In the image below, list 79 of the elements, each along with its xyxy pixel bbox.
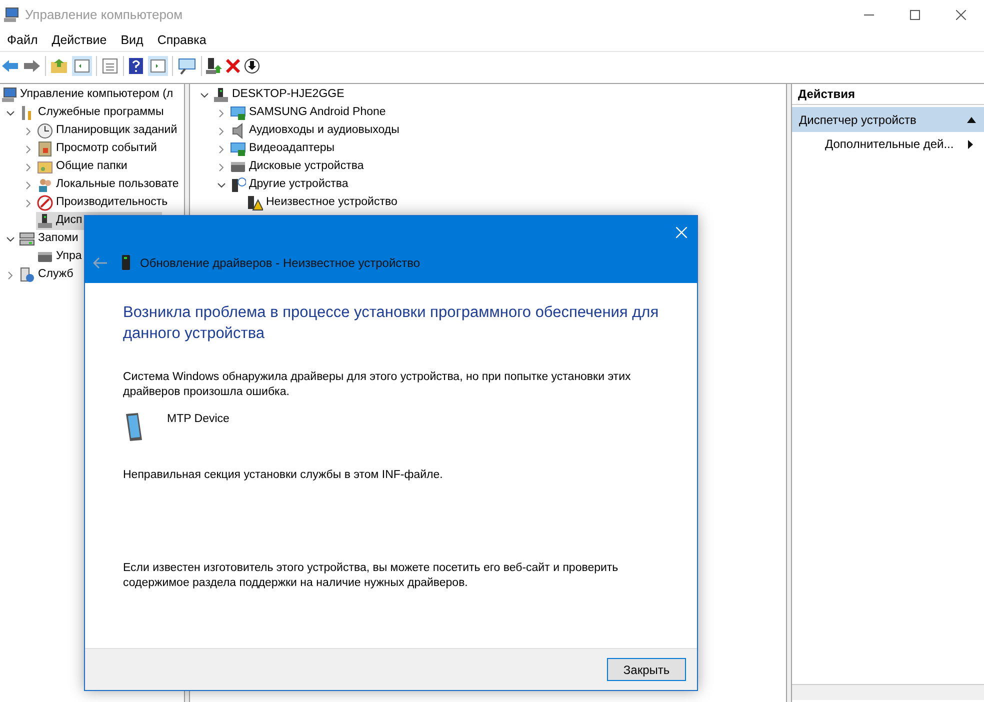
event-log-icon xyxy=(37,141,53,157)
expand-chevron-icon[interactable] xyxy=(216,162,226,172)
device-icon xyxy=(213,87,229,103)
advice-text: Если известен изготовитель этого устройства, вы можете посетить его веб-сайт и проверить содержимое раздела поддержки на наличие нужных драйверов. xyxy=(123,561,620,591)
error-text: Неправильная секция установки службы в этом INF-файле. xyxy=(123,468,444,483)
tree-item[interactable]: Упра xyxy=(36,248,85,266)
message-text: Система Windows обнаружила драйверы для этого устройства, но при попытке установки этих драйверов произошла ошибка. xyxy=(123,370,632,400)
tree-item[interactable]: Запоми xyxy=(18,230,82,248)
expand-chevron-icon[interactable] xyxy=(6,270,14,280)
computer-icon xyxy=(3,6,19,22)
forward-icon[interactable] xyxy=(23,58,41,72)
phone-icon xyxy=(123,412,143,442)
actions-section[interactable]: Диспетчер устройств xyxy=(792,107,984,132)
collapse-chevron-icon[interactable] xyxy=(216,180,226,190)
device-tree-item[interactable]: Неизвестное устройство xyxy=(246,194,400,212)
pane-icon[interactable] xyxy=(148,56,168,76)
device-tree-item[interactable]: SAMSUNG Android Phone xyxy=(229,104,389,122)
download-icon[interactable] xyxy=(244,58,260,74)
menu-item[interactable]: Справка xyxy=(151,30,212,50)
delete-icon[interactable] xyxy=(226,58,240,72)
help-icon[interactable] xyxy=(128,56,144,74)
monitor-icon xyxy=(230,105,246,121)
disk-drive-icon xyxy=(37,249,53,265)
users-icon xyxy=(37,177,53,193)
window-title: Управление компьютером xyxy=(25,6,183,24)
tree-item[interactable]: Служб xyxy=(18,266,76,284)
expand-chevron-icon[interactable] xyxy=(216,108,226,118)
tree-item[interactable]: Планировщик заданий xyxy=(36,122,180,140)
device-tree-item[interactable]: DESKTOP-HJE2GGE xyxy=(212,86,348,104)
actions-header: Действия xyxy=(792,84,984,105)
monitor-icon xyxy=(230,141,246,157)
device-tree-item[interactable]: Видеоадаптеры xyxy=(229,140,338,158)
maximize-icon xyxy=(910,10,920,20)
scan-icon[interactable] xyxy=(177,56,197,74)
menu-item[interactable]: Файл xyxy=(1,30,44,50)
expand-chevron-icon[interactable] xyxy=(24,144,32,154)
device-icon xyxy=(122,255,130,271)
expand-chevron-icon[interactable] xyxy=(216,144,226,154)
tree-item[interactable]: Локальные пользовате xyxy=(36,176,182,194)
menu-item[interactable]: Действие xyxy=(46,30,113,50)
unknown-device-icon xyxy=(230,177,246,193)
tree-item[interactable]: Производительность xyxy=(36,194,171,212)
warning-device-icon xyxy=(247,195,263,211)
computer-icon xyxy=(1,87,17,103)
device-name: MTP Device xyxy=(167,412,230,427)
tree-item[interactable]: Просмотр событий xyxy=(36,140,160,158)
properties-icon[interactable] xyxy=(101,56,119,74)
close-dialog-button[interactable]: Закрыть xyxy=(607,658,686,681)
expand-chevron-icon[interactable] xyxy=(24,126,32,136)
expand-chevron-icon[interactable] xyxy=(216,126,226,136)
storage-icon xyxy=(19,231,35,247)
folder-up-icon[interactable] xyxy=(50,58,68,74)
action-item[interactable]: Дополнительные дей... xyxy=(792,132,984,156)
expand-chevron-icon[interactable] xyxy=(24,198,32,208)
close-icon xyxy=(956,10,966,20)
tree-item[interactable]: Служебные программы xyxy=(18,104,167,122)
update-driver-icon[interactable] xyxy=(206,56,222,74)
pane-icon[interactable] xyxy=(72,56,92,76)
collapse-chevron-icon[interactable] xyxy=(6,234,14,244)
dialog-title: Обновление драйверов - Неизвестное устройство xyxy=(140,255,420,272)
back-icon[interactable] xyxy=(1,58,19,72)
tree-item[interactable]: Общие папки xyxy=(36,158,130,176)
services-icon xyxy=(19,267,35,283)
collapse-chevron-icon[interactable] xyxy=(200,90,208,100)
device-tree-item[interactable]: Другие устройства xyxy=(229,176,352,194)
disk-drive-icon xyxy=(230,159,246,175)
expand-chevron-icon[interactable] xyxy=(24,180,32,190)
expand-chevron-icon[interactable] xyxy=(24,162,32,172)
device-icon xyxy=(37,213,53,229)
device-tree-item[interactable]: Дисковые устройства xyxy=(229,158,367,176)
close-icon xyxy=(676,226,686,238)
folder-icon xyxy=(37,159,53,175)
menu-item[interactable]: Вид xyxy=(114,30,150,50)
dialog-heading: Возникла проблема в процессе установки программного обеспечения для данного устройства xyxy=(123,303,660,344)
collapse-chevron-icon[interactable] xyxy=(6,108,14,118)
submenu-arrow-icon xyxy=(968,140,973,148)
device-tree-item[interactable]: Аудиовходы и аудиовыходы xyxy=(229,122,402,140)
tree-item[interactable]: Управление компьютером (л xyxy=(0,86,176,104)
clock-icon xyxy=(37,123,53,139)
